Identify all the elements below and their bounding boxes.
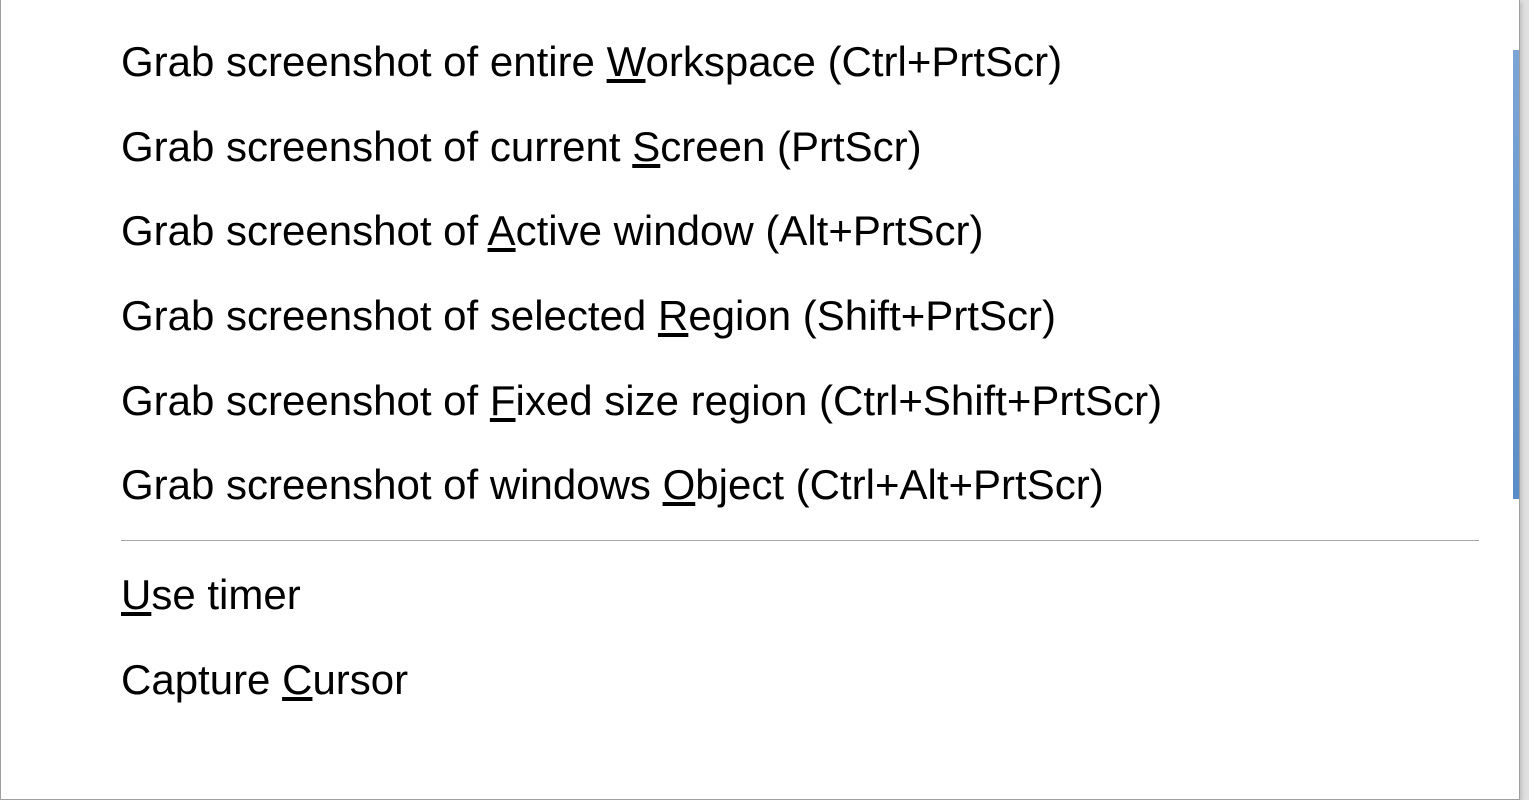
menu-item-capture-cursor[interactable]: Capture Cursor	[1, 638, 1519, 723]
menu-item-grab-region[interactable]: Grab screenshot of selected Region (Shif…	[1, 274, 1519, 359]
menu-item-label-pre: Capture	[121, 656, 282, 703]
menu-item-use-timer[interactable]: Use timer	[1, 553, 1519, 638]
menu-item-grab-active-window[interactable]: Grab screenshot of Active window (Alt+Pr…	[1, 189, 1519, 274]
menu-item-label-pre: Grab screenshot of current	[121, 123, 632, 170]
menu-item-label-post: creen (PrtScr)	[660, 123, 921, 170]
menu-item-mnemonic: R	[658, 292, 688, 339]
menu-item-label-pre: Grab screenshot of selected	[121, 292, 658, 339]
menu-item-grab-workspace[interactable]: Grab screenshot of entire Workspace (Ctr…	[1, 20, 1519, 105]
menu-item-label-post: bject (Ctrl+Alt+PrtScr)	[695, 461, 1103, 508]
menu-item-mnemonic: S	[632, 123, 660, 170]
menu-item-label-post: ixed size region (Ctrl+Shift+PrtScr)	[516, 377, 1163, 424]
menu-item-label-post: orkspace (Ctrl+PrtScr)	[645, 38, 1062, 85]
scrollbar-edge	[1513, 50, 1519, 499]
menu-item-label-post: ctive window (Alt+PrtScr)	[516, 207, 984, 254]
menu-item-mnemonic: F	[490, 377, 516, 424]
menu-item-label-post: se timer	[151, 571, 300, 618]
menu-item-grab-screen[interactable]: Grab screenshot of current Screen (PrtSc…	[1, 105, 1519, 190]
menu-item-label-post: ursor	[312, 656, 408, 703]
menu-item-label-pre: Grab screenshot of	[121, 377, 490, 424]
menu-item-grab-window-object[interactable]: Grab screenshot of windows Object (Ctrl+…	[1, 443, 1519, 528]
menu-item-grab-fixed-region[interactable]: Grab screenshot of Fixed size region (Ct…	[1, 359, 1519, 444]
menu-separator	[121, 540, 1479, 541]
menu-item-label-post: egion (Shift+PrtScr)	[688, 292, 1056, 339]
menu-item-mnemonic: O	[663, 461, 696, 508]
menu-item-mnemonic: W	[607, 38, 646, 85]
menu-item-mnemonic: A	[488, 207, 516, 254]
menu-item-mnemonic: C	[282, 656, 312, 703]
menu-item-label-pre: Grab screenshot of entire	[121, 38, 607, 85]
menu-item-label-pre: Grab screenshot of windows	[121, 461, 663, 508]
menu-item-label-pre: Grab screenshot of	[121, 207, 488, 254]
context-menu: Grab screenshot of entire Workspace (Ctr…	[0, 0, 1520, 800]
menu-item-mnemonic: U	[121, 571, 151, 618]
